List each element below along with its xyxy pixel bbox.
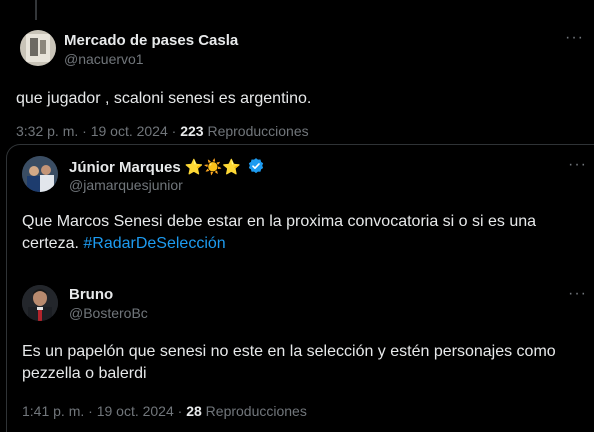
- hashtag-link[interactable]: #RadarDeSelección: [83, 235, 225, 252]
- avatar-mercado-de-pases[interactable]: [20, 30, 56, 66]
- emoji-stars: ⭐☀️⭐: [184, 159, 241, 176]
- quoted-author-handle[interactable]: @jamarquesjunior: [69, 177, 183, 193]
- quoted-post-text: Que Marcos Senesi debe estar en la proxi…: [22, 213, 537, 252]
- avatar-image: [22, 156, 58, 192]
- views-count: 223: [180, 123, 204, 139]
- verified-badge-icon: [248, 158, 264, 174]
- quoted-author-handle[interactable]: @BosteroBc: [69, 305, 148, 321]
- quoted-post-text: Es un papelón que senesi no este en la s…: [22, 343, 556, 382]
- views-label: Reproducciones: [207, 123, 309, 139]
- author-handle[interactable]: @nacuervo1: [64, 51, 144, 67]
- quoted-author-name[interactable]: Júnior Marques ⭐☀️⭐: [69, 157, 265, 176]
- thread-connector-line: [35, 0, 37, 20]
- author-name[interactable]: Mercado de pases Casla: [64, 32, 238, 49]
- quoted-author-name[interactable]: Bruno: [69, 286, 113, 303]
- avatar-bruno[interactable]: [22, 285, 58, 321]
- avatar-image: [20, 30, 56, 66]
- more-options-icon[interactable]: ···: [568, 286, 587, 302]
- post-timestamp[interactable]: 3:32 p. m. · 19 oct. 2024 ·: [16, 123, 176, 139]
- quoted-post-meta: 1:41 p. m. · 19 oct. 2024 · 28 Reproducc…: [22, 403, 307, 419]
- quoted-post-timestamp[interactable]: 1:41 p. m. · 19 oct. 2024 ·: [22, 403, 182, 419]
- avatar-junior-marques[interactable]: [22, 156, 58, 192]
- views-label: Reproducciones: [205, 403, 307, 419]
- more-options-icon[interactable]: ···: [565, 30, 584, 46]
- post-meta: 3:32 p. m. · 19 oct. 2024 · 223 Reproduc…: [16, 123, 309, 139]
- post-text: que jugador , scaloni senesi es argentin…: [16, 90, 312, 107]
- avatar-image: [22, 285, 58, 321]
- more-options-icon[interactable]: ···: [568, 157, 587, 173]
- views-count: 28: [186, 403, 202, 419]
